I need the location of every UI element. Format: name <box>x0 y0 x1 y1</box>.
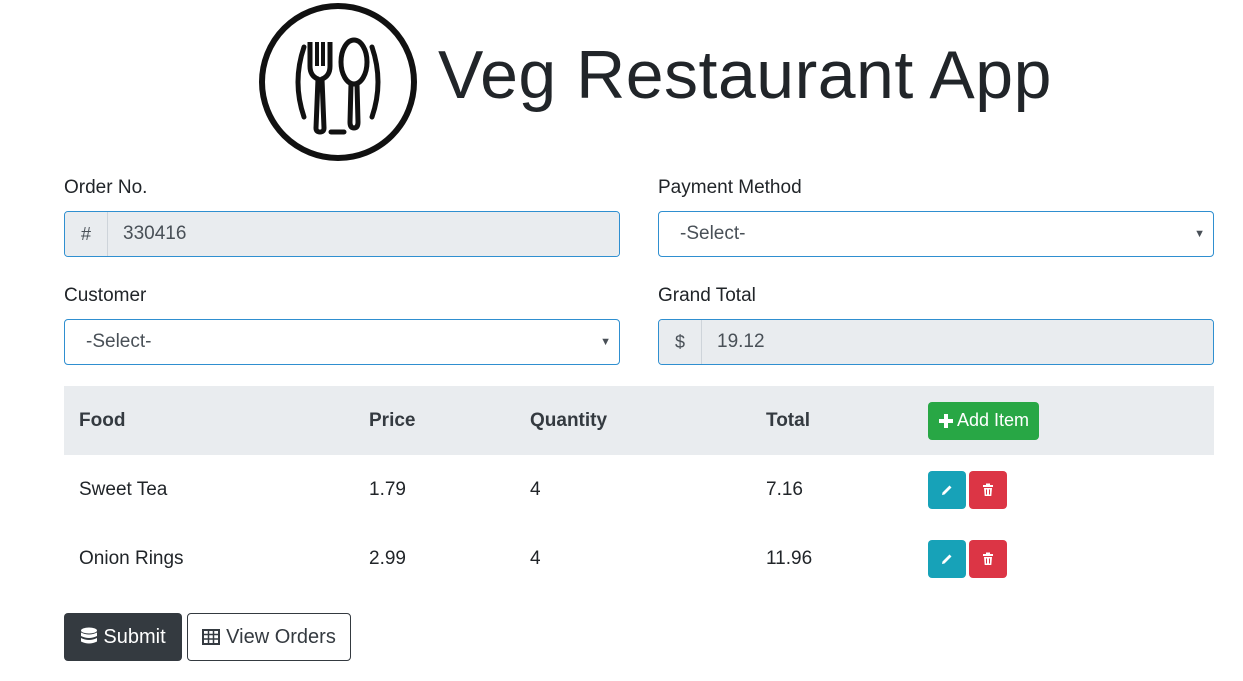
grand-total-label: Grand Total <box>658 285 756 306</box>
order-no-input[interactable]: # 330416 <box>64 211 620 257</box>
fork-spoon-plate-icon <box>259 3 417 161</box>
grand-total-value: 19.12 <box>702 320 1213 364</box>
table-icon <box>202 629 221 645</box>
header-actions: Add Item <box>913 386 1214 455</box>
row-actions <box>913 524 1214 593</box>
submit-button[interactable]: Submit <box>64 613 182 661</box>
delete-button[interactable] <box>969 470 1007 509</box>
header-quantity: Quantity <box>530 409 608 431</box>
add-item-button[interactable]: Add Item <box>928 401 1040 440</box>
pencil-icon <box>942 485 952 495</box>
submit-label: Submit <box>103 625 166 648</box>
header-price: Price <box>369 409 416 431</box>
edit-button[interactable] <box>928 470 966 509</box>
row-quantity: 4 <box>530 478 541 500</box>
delete-button[interactable] <box>969 539 1007 578</box>
pencil-icon <box>942 554 952 564</box>
plus-icon <box>939 413 953 428</box>
hash-prefix: # <box>65 212 108 256</box>
row-total: 7.16 <box>766 478 803 500</box>
table-header-row: Food Price Quantity Total Add Item <box>64 386 1214 455</box>
customer-label: Customer <box>64 285 147 306</box>
payment-method-select[interactable]: -Select- ▼ <box>658 211 1214 257</box>
row-total: 11.96 <box>766 547 813 569</box>
row-food: Sweet Tea <box>79 478 168 500</box>
edit-button[interactable] <box>928 539 966 578</box>
row-price: 2.99 <box>369 547 406 569</box>
trash-icon <box>983 483 993 496</box>
row-price: 1.79 <box>369 478 406 500</box>
row-food: Onion Rings <box>79 547 184 569</box>
grand-total-input[interactable]: $ 19.12 <box>658 319 1214 365</box>
row-actions <box>913 455 1214 524</box>
payment-method-label: Payment Method <box>658 177 802 198</box>
order-no-value: 330416 <box>108 212 619 256</box>
app-title: Veg Restaurant App <box>438 37 1052 113</box>
app-header: Veg Restaurant App <box>0 0 1243 165</box>
add-item-label: Add Item <box>957 410 1030 430</box>
view-orders-button[interactable]: View Orders <box>187 613 351 661</box>
customer-select[interactable]: -Select- ▼ <box>64 319 620 365</box>
order-no-label: Order No. <box>64 177 148 198</box>
dollar-prefix: $ <box>659 320 702 364</box>
payment-method-selected: -Select- <box>680 223 746 244</box>
view-orders-label: View Orders <box>226 625 336 648</box>
row-quantity: 4 <box>530 547 541 569</box>
order-items-table: Food Price Quantity Total Add Item Sweet… <box>64 386 1214 593</box>
caret-down-icon: ▼ <box>1194 228 1205 240</box>
header-food: Food <box>79 409 126 431</box>
table-row: Sweet Tea 1.79 4 7.16 <box>64 455 1214 524</box>
database-icon <box>81 627 98 644</box>
table-row: Onion Rings 2.99 4 11.96 <box>64 524 1214 593</box>
customer-selected: -Select- <box>86 331 152 352</box>
header-total: Total <box>766 409 810 431</box>
caret-down-icon: ▼ <box>600 336 611 348</box>
trash-icon <box>983 552 993 565</box>
